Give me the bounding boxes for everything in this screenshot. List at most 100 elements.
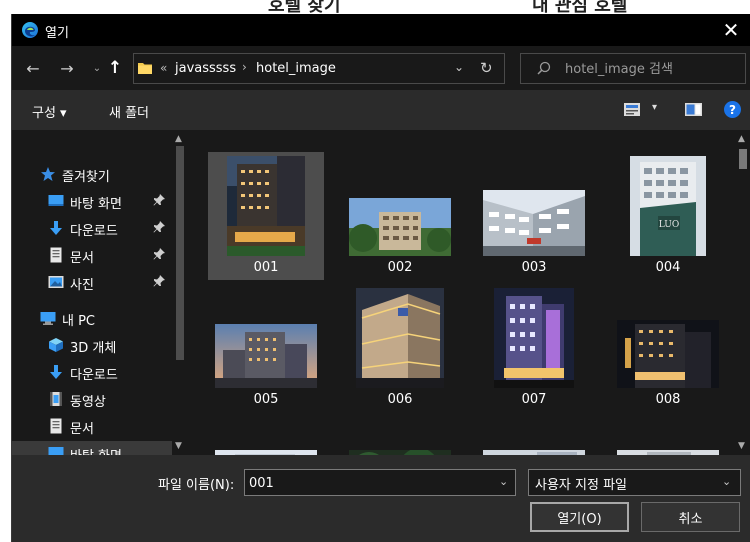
file-item-006[interactable]: 006 bbox=[342, 284, 458, 412]
pin-icon bbox=[153, 248, 165, 260]
file-item[interactable] bbox=[610, 416, 726, 455]
arrow-left-icon: ← bbox=[26, 58, 40, 78]
file-item-003[interactable]: 003 bbox=[476, 152, 592, 280]
sidebar-item-this-pc[interactable]: 내 PC bbox=[12, 306, 172, 330]
address-dropdown-button[interactable]: ⌄ bbox=[454, 60, 464, 74]
up-button[interactable]: ↑ bbox=[104, 58, 126, 78]
document-icon bbox=[50, 247, 62, 263]
close-icon: ✕ bbox=[722, 18, 740, 42]
scroll-up-arrow-icon[interactable]: ▲ bbox=[738, 134, 745, 144]
file-name: 003 bbox=[521, 260, 547, 275]
new-folder-button[interactable]: 새 폴더 bbox=[109, 102, 149, 121]
navigation-bar: ← → ⌄ ↑ « javasssss › hotel_image ⌄ ↻ bbox=[12, 46, 750, 90]
navigation-pane-scrollbar[interactable]: ▲ ▼ bbox=[172, 130, 188, 455]
help-icon: ? bbox=[729, 102, 736, 117]
view-options-icon[interactable] bbox=[624, 103, 640, 116]
arrow-up-icon: ↑ bbox=[107, 58, 123, 78]
sidebar-item-favorites[interactable]: 즐겨찾기 bbox=[12, 162, 172, 186]
sidebar-item-documents[interactable]: 문서 bbox=[12, 414, 172, 438]
document-icon bbox=[50, 418, 62, 434]
chevron-down-icon: ⌄ bbox=[92, 62, 102, 74]
file-name: 008 bbox=[655, 392, 681, 407]
hotel-thumbnail bbox=[227, 156, 305, 256]
scroll-down-arrow-icon[interactable]: ▼ bbox=[738, 441, 745, 451]
file-item-007[interactable]: 007 bbox=[476, 284, 592, 412]
pin-icon bbox=[153, 194, 165, 206]
open-file-dialog: 열기 ✕ ← → ⌄ ↑ « javasssss › hotel_image ⌄… bbox=[11, 14, 750, 542]
hotel-thumbnail bbox=[617, 320, 719, 388]
file-name: 007 bbox=[521, 392, 547, 407]
pc-icon bbox=[40, 312, 56, 325]
sidebar-item-downloads[interactable]: 다운로드 bbox=[12, 360, 172, 384]
file-name: 006 bbox=[387, 392, 413, 407]
breadcrumb-separator[interactable]: › bbox=[242, 60, 247, 74]
sidebar-item-label: 다운로드 bbox=[70, 368, 118, 383]
breadcrumb-item[interactable]: javasssss bbox=[175, 61, 236, 76]
help-button[interactable]: ? bbox=[724, 101, 741, 118]
sidebar-item-downloads[interactable]: 다운로드 bbox=[12, 216, 172, 240]
sidebar-item-label: 동영상 bbox=[70, 395, 106, 410]
file-list-scrollbar[interactable]: ▲ ▼ bbox=[735, 130, 750, 455]
cancel-button[interactable]: 취소 bbox=[641, 502, 740, 532]
back-button[interactable]: ← bbox=[22, 58, 44, 78]
file-item-008[interactable]: 008 bbox=[610, 284, 726, 412]
hotel-thumbnail: LUO bbox=[630, 156, 706, 256]
breadcrumb-overflow[interactable]: « bbox=[160, 61, 167, 75]
scroll-down-arrow-icon[interactable]: ▼ bbox=[175, 441, 182, 451]
filename-input[interactable] bbox=[249, 474, 489, 492]
sidebar-item-label: 바탕 화면 bbox=[70, 445, 122, 455]
picture-icon bbox=[48, 276, 64, 288]
scrollbar-thumb[interactable] bbox=[176, 146, 184, 360]
window-title: 열기 bbox=[45, 26, 69, 41]
filename-combobox[interactable]: ⌄ bbox=[244, 469, 516, 496]
file-name: 001 bbox=[253, 260, 279, 275]
filename-label: 파일 이름(N): bbox=[158, 478, 235, 493]
sidebar-item-pictures[interactable]: 사진 bbox=[12, 270, 172, 294]
forward-button[interactable]: → bbox=[56, 58, 78, 78]
edge-browser-icon bbox=[22, 22, 38, 38]
sidebar-item-label: 사진 bbox=[70, 278, 94, 293]
file-item-005[interactable]: 005 bbox=[208, 284, 324, 412]
arrow-right-icon: → bbox=[60, 58, 74, 78]
file-item[interactable] bbox=[342, 416, 458, 455]
background-heading-left: 호텔 찾기 bbox=[268, 0, 341, 14]
preview-pane-icon[interactable] bbox=[685, 103, 702, 116]
breadcrumb-item[interactable]: hotel_image bbox=[256, 61, 336, 76]
search-box[interactable] bbox=[520, 53, 746, 84]
desktop-icon bbox=[48, 195, 64, 206]
search-icon bbox=[537, 61, 551, 75]
sidebar-item-3d-objects[interactable]: 3D 개체 bbox=[12, 333, 172, 357]
desktop-icon bbox=[48, 447, 64, 455]
pin-icon bbox=[153, 221, 165, 233]
scroll-up-arrow-icon[interactable]: ▲ bbox=[175, 134, 182, 144]
sidebar-item-label: 다운로드 bbox=[70, 224, 118, 239]
sidebar-item-documents[interactable]: 문서 bbox=[12, 243, 172, 267]
file-item-001[interactable]: 001 bbox=[208, 152, 324, 280]
chevron-down-icon[interactable]: ⌄ bbox=[499, 475, 508, 488]
hotel-thumbnail bbox=[356, 288, 444, 388]
file-name: 005 bbox=[253, 392, 279, 407]
folder-icon bbox=[138, 63, 152, 74]
scrollbar-thumb[interactable] bbox=[739, 149, 747, 169]
file-type-select[interactable]: 사용자 지정 파일 ⌄ bbox=[528, 469, 741, 496]
close-button[interactable]: ✕ bbox=[711, 14, 750, 46]
hotel-thumbnail bbox=[494, 288, 574, 388]
dialog-footer: 파일 이름(N): ⌄ 사용자 지정 파일 ⌄ 열기(O) 취소 bbox=[12, 455, 750, 542]
search-input[interactable] bbox=[565, 60, 735, 78]
file-name: 002 bbox=[387, 260, 413, 275]
file-item-004[interactable]: LUO 004 bbox=[610, 152, 726, 280]
sidebar-item-videos[interactable]: 동영상 bbox=[12, 387, 172, 411]
view-dropdown-button[interactable]: ▾ bbox=[652, 102, 657, 113]
background-heading-right: 내 관심 호텔 bbox=[532, 0, 628, 14]
sidebar-item-label: 즐겨찾기 bbox=[62, 170, 110, 185]
open-button[interactable]: 열기(O) bbox=[530, 502, 629, 532]
file-item[interactable] bbox=[476, 416, 592, 455]
address-bar[interactable]: « javasssss › hotel_image ⌄ ↻ bbox=[133, 53, 505, 84]
file-item[interactable] bbox=[208, 416, 324, 455]
sidebar-item-desktop[interactable]: 바탕 화면 bbox=[12, 441, 172, 455]
chevron-down-icon: ⌄ bbox=[722, 475, 732, 488]
sidebar-item-desktop[interactable]: 바탕 화면 bbox=[12, 189, 172, 213]
file-item-002[interactable]: 002 bbox=[342, 152, 458, 280]
refresh-button[interactable]: ↻ bbox=[480, 59, 493, 77]
organize-button[interactable]: 구성 ▾ bbox=[32, 102, 67, 121]
